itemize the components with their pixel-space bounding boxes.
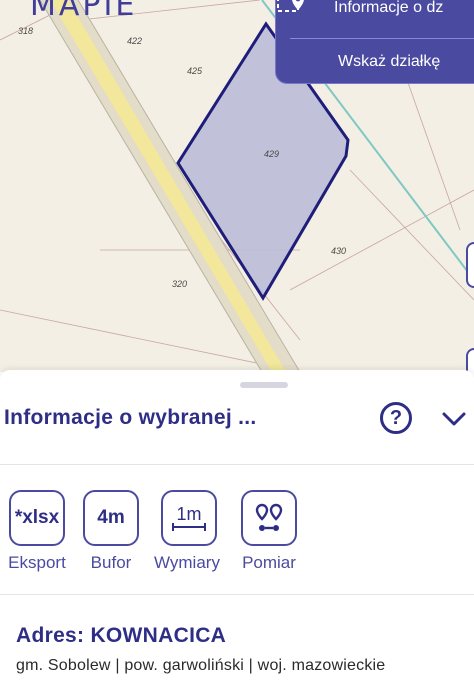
ruler-line-icon <box>172 523 206 531</box>
tool-label: Bufor <box>90 553 132 572</box>
ruler-icon: 1m <box>161 490 217 546</box>
buffer-button[interactable]: 4m Bufor <box>82 490 140 573</box>
administrative-units: gm. Sobolew | pow. garwoliński | woj. ma… <box>16 657 386 674</box>
map-brand-logo: MAPIE <box>30 0 138 23</box>
measure-button[interactable]: Pomiar <box>240 490 298 573</box>
tool-label: Pomiar <box>242 553 296 572</box>
map-side-button[interactable] <box>466 242 474 288</box>
parcel-pin-icon <box>277 0 304 12</box>
tool-label: Eksport <box>8 553 66 572</box>
parcel-info-label: Informacje o dz <box>334 0 444 16</box>
map-info-panel: Informacje o dz Wskaż działkę <box>275 0 474 84</box>
parcel-number: 422 <box>127 36 143 46</box>
chevron-down-icon[interactable] <box>440 406 468 430</box>
divider <box>0 594 474 595</box>
divider <box>0 464 474 465</box>
sheet-title: Informacje o wybranej ... <box>4 406 257 429</box>
parcel-number: 425 <box>187 66 203 76</box>
map-view[interactable]: MAPIE 318 422 425 429 430 320 Informacje… <box>0 0 474 372</box>
parcel-info-button[interactable]: Informacje o dz <box>276 0 474 35</box>
route-icon <box>241 490 297 546</box>
info-bottom-sheet: Informacje o wybranej ... ? *xlsx Ekspor… <box>0 370 474 699</box>
divider <box>290 38 474 39</box>
route-glyph-icon <box>255 503 283 531</box>
parcel-number: 320 <box>172 279 188 289</box>
parcel-address: Adres: KOWNACICA <box>16 624 227 647</box>
help-icon[interactable]: ? <box>380 402 412 434</box>
sheet-drag-handle[interactable] <box>240 382 288 388</box>
map-side-button[interactable] <box>466 348 474 372</box>
export-button[interactable]: *xlsx Eksport <box>8 490 66 573</box>
point-parcel-button[interactable]: Wskaż działkę <box>338 53 440 71</box>
dimensions-button[interactable]: 1m Wymiary <box>154 490 220 573</box>
parcel-number: 429 <box>264 149 280 159</box>
parcel-number: 430 <box>331 246 347 256</box>
tool-label: Wymiary <box>154 553 220 572</box>
xlsx-icon: *xlsx <box>9 490 65 546</box>
parcel-number: 318 <box>18 26 34 36</box>
buffer-icon: 4m <box>83 490 139 546</box>
ruler-icon-text: 1m <box>176 504 202 524</box>
